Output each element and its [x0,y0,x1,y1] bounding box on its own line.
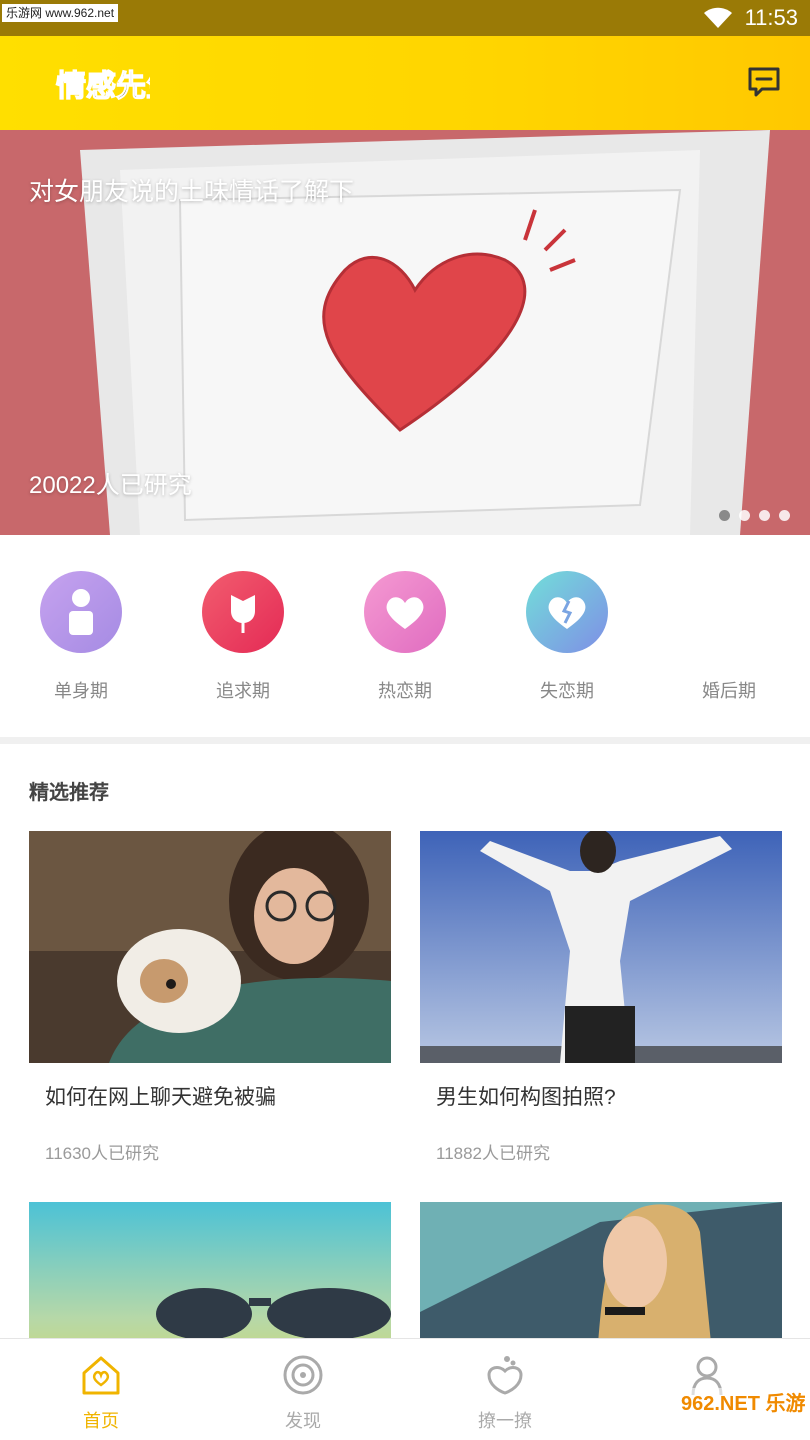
nav-discover[interactable]: 发现 [202,1353,404,1433]
svg-text:情感先生: 情感先生 [56,69,150,104]
category-label: 热恋期 [378,681,432,701]
article-card[interactable]: 如何在网上聊天避免被骗 11630人已研究 [29,831,391,1164]
category-label: 追求期 [216,681,270,701]
category-married-icon-placeholder [688,571,770,653]
status-icons: 11:53 [703,0,798,36]
category-breakup[interactable]: 失恋期 [486,571,648,703]
article-card[interactable]: 男生如何构图拍照? 11882人已研究 [420,831,782,1164]
app-logo: 情感先生 [55,68,150,104]
category-row: 单身期 追求期 热恋期 失恋期 婚后期 [0,535,810,737]
rose-icon [202,571,284,653]
category-label: 单身期 [54,681,108,701]
broken-heart-icon [526,571,608,653]
carousel-dot[interactable] [739,510,750,521]
category-label: 失恋期 [540,681,594,701]
carousel-dot[interactable] [759,510,770,521]
nav-label: 撩一撩 [478,1411,532,1431]
banner-count: 20022人已研究 [29,472,192,499]
message-icon[interactable] [746,64,782,100]
article-title: 男生如何构图拍照? [436,1086,616,1109]
article-image [420,831,782,1063]
section-divider [0,737,810,744]
nav-flirt[interactable]: 撩一撩 [404,1353,606,1433]
status-bar: 乐游网 www.962.net 11:53 [0,0,810,36]
category-single[interactable]: 单身期 [0,571,162,703]
category-label: 婚后期 [702,681,756,701]
carousel-dots [719,510,790,521]
article-count: 11882人已研究 [436,1144,551,1163]
person-icon [40,571,122,653]
app-header: 情感先生 [0,36,810,130]
category-romance[interactable]: 热恋期 [324,571,486,703]
status-clock: 11:53 [744,5,798,30]
svg-text:962.NET 乐游网: 962.NET 乐游网 [681,1391,805,1415]
article-count: 11630人已研究 [45,1144,160,1163]
flirt-icon [487,1356,523,1395]
article-image [29,831,391,1063]
carousel-dot[interactable] [779,510,790,521]
banner-carousel[interactable]: 对女朋友说的土味情话了解下 20022人已研究 [0,130,810,535]
heart-icon [364,571,446,653]
article-title: 如何在网上聊天避免被骗 [45,1086,276,1109]
home-icon [82,1356,120,1395]
nav-label: 首页 [83,1411,119,1431]
category-pursuit[interactable]: 追求期 [162,571,324,703]
site-logo-watermark: 962.NET 乐游网 [675,1388,805,1434]
category-married[interactable]: 婚后期 [648,571,810,703]
section-title: 精选推荐 [29,782,109,804]
app-screen: 乐游网 www.962.net 11:53 情感先生 对女朋友 [0,0,810,1440]
carousel-dot[interactable] [719,510,730,521]
nav-label: 发现 [285,1411,321,1431]
discover-icon [283,1355,323,1395]
banner-title: 对女朋友说的土味情话了解下 [29,178,355,206]
wifi-icon [703,7,732,28]
site-watermark: 乐游网 www.962.net [2,4,119,22]
nav-home[interactable]: 首页 [0,1353,202,1433]
